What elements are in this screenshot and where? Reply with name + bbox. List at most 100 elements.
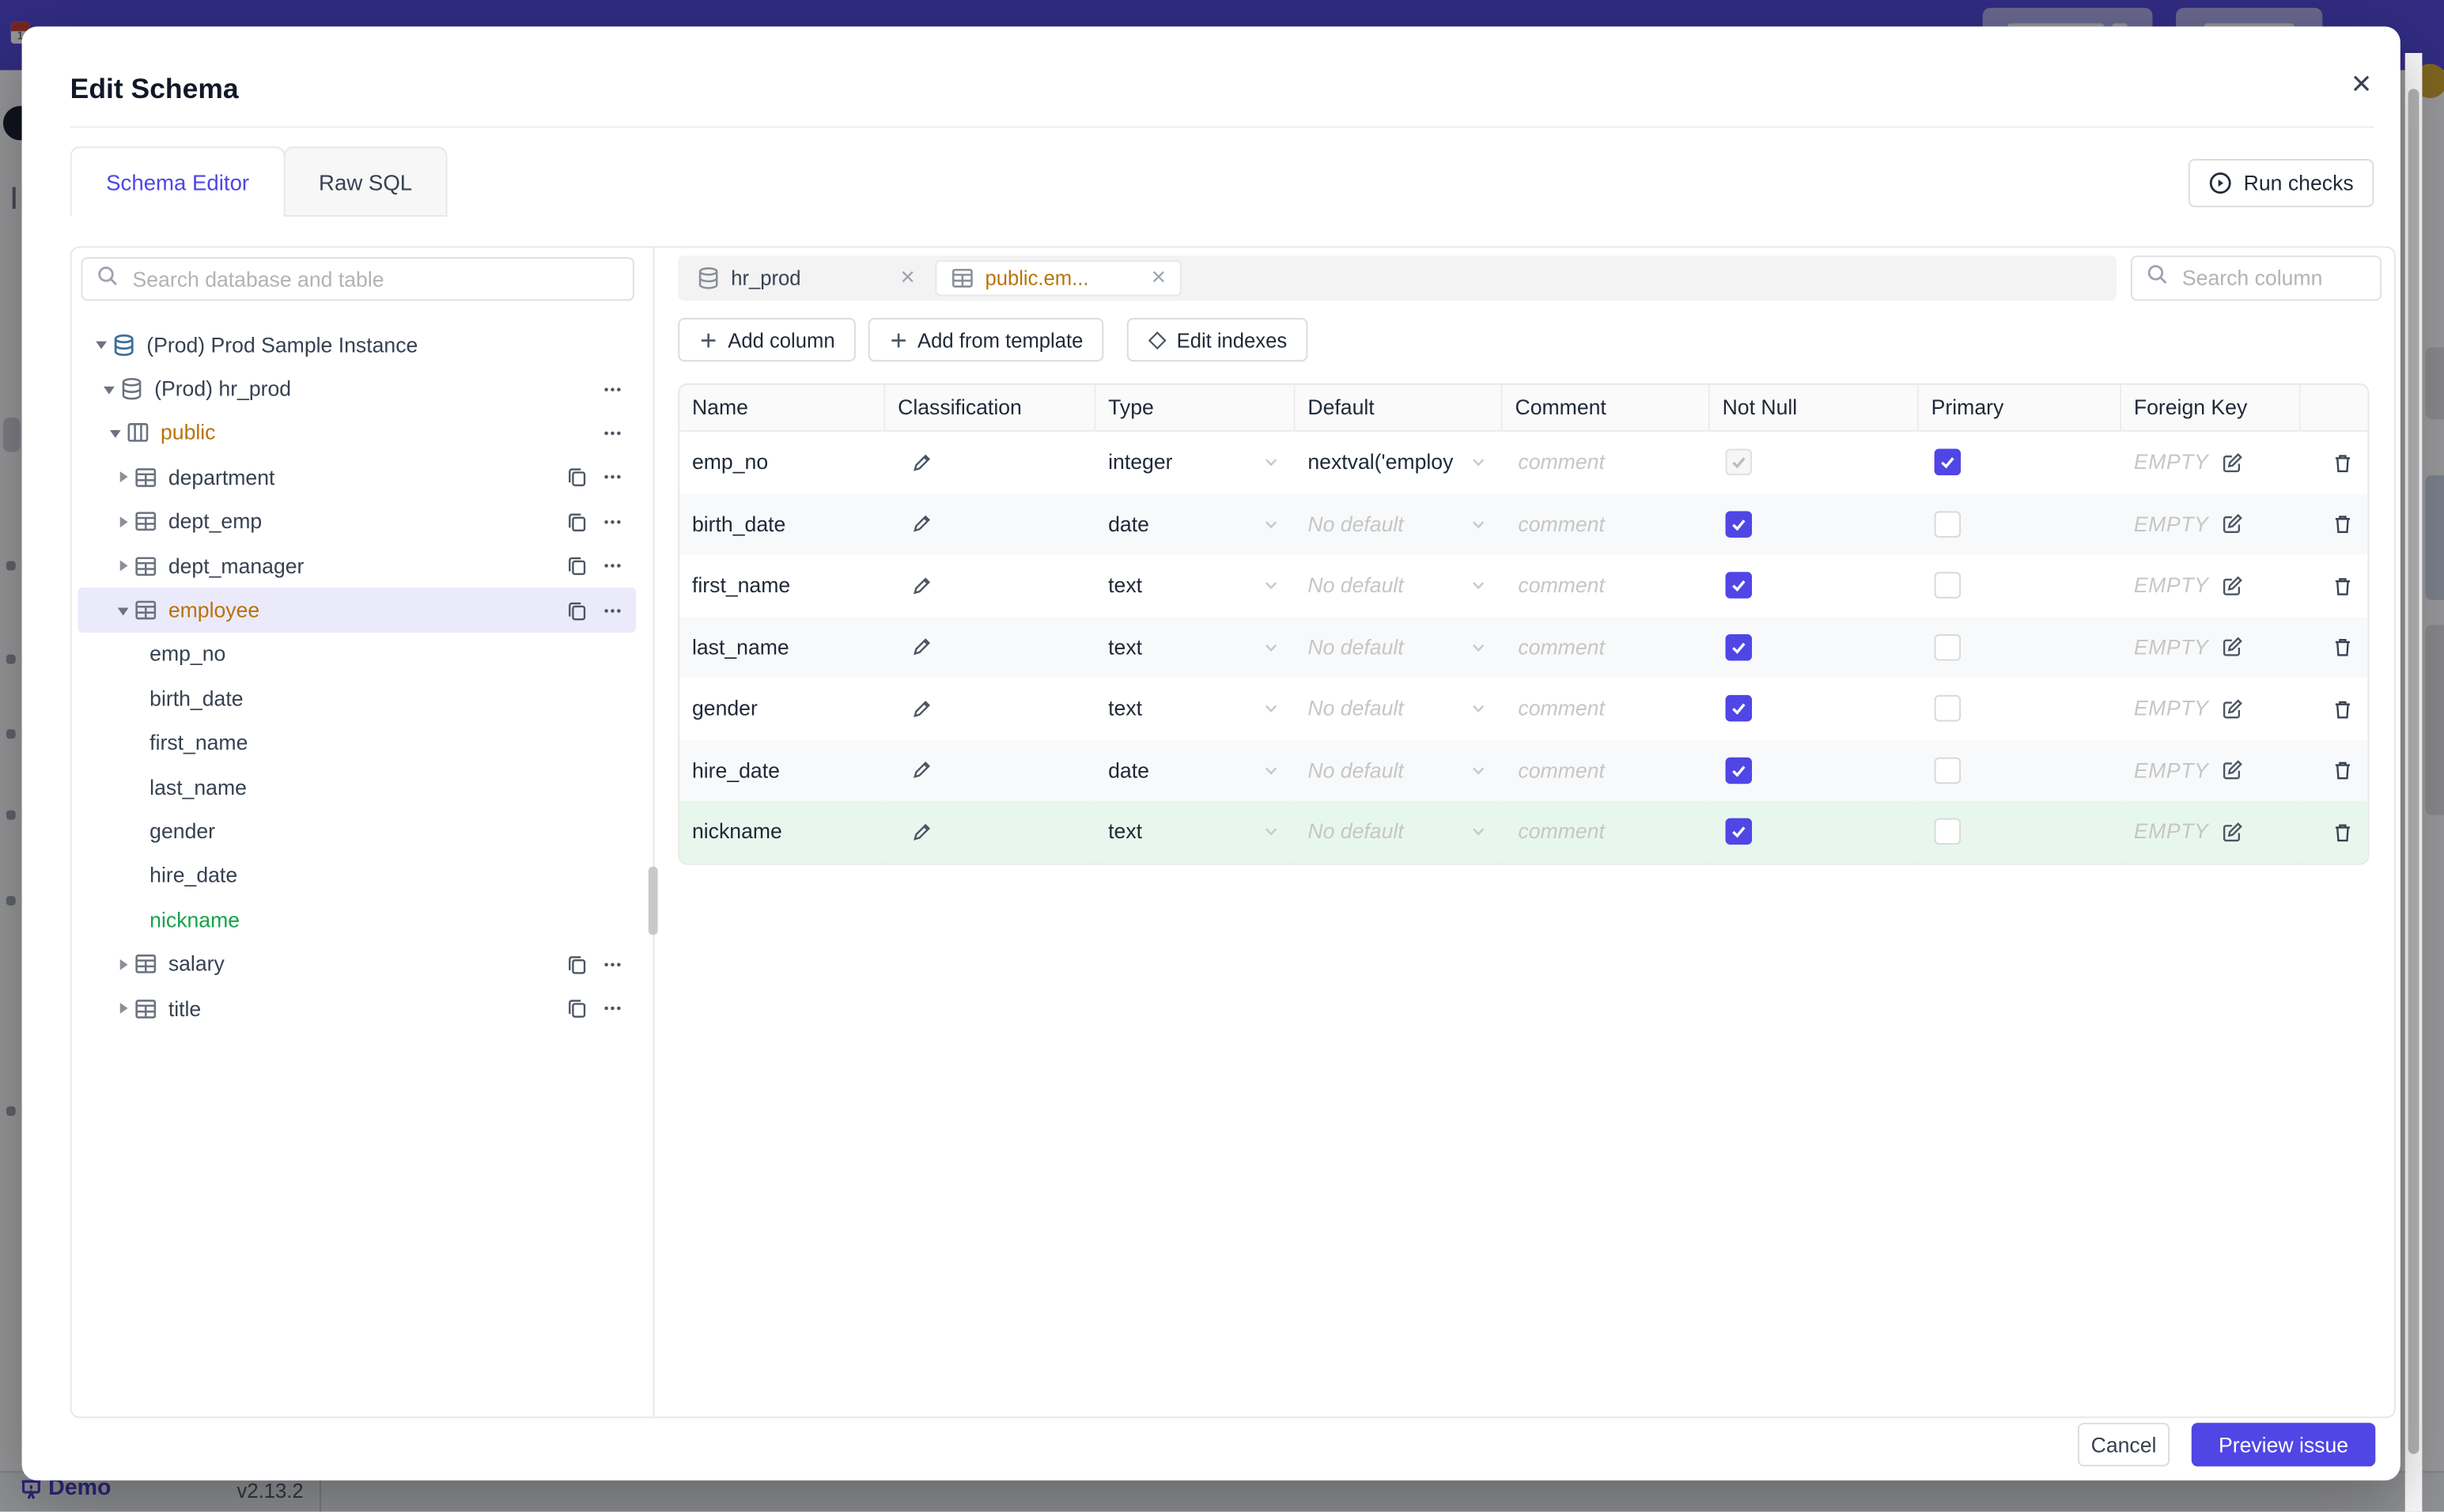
tree-item-salary[interactable]: salary <box>78 942 636 986</box>
close-icon[interactable]: × <box>900 265 914 291</box>
type-select[interactable]: date <box>1108 512 1295 535</box>
tree-item--prod-hr_prod[interactable]: (Prod) hr_prod <box>78 367 636 411</box>
caret-right-icon[interactable] <box>111 558 134 574</box>
checkbox-unchecked[interactable] <box>1934 757 1962 784</box>
checkbox-checked[interactable] <box>1725 572 1753 599</box>
tree-item-nickname[interactable]: nickname <box>78 898 636 942</box>
edit-square-icon[interactable] <box>2221 575 2243 597</box>
classification-edit-icon[interactable] <box>910 575 933 597</box>
tree-item-last_name[interactable]: last_name <box>78 765 636 809</box>
close-icon[interactable]: × <box>2341 64 2382 104</box>
classification-edit-icon[interactable] <box>910 513 933 535</box>
more-icon[interactable] <box>602 997 624 1019</box>
edit-square-icon[interactable] <box>2221 697 2243 720</box>
tree-item-birth_date[interactable]: birth_date <box>78 677 636 721</box>
default-select[interactable]: No default <box>1307 697 1502 720</box>
comment-input[interactable] <box>1515 510 1697 538</box>
tab-schema-editor[interactable]: Schema Editor <box>70 146 286 217</box>
type-select[interactable]: text <box>1108 820 1295 844</box>
checkbox-checked[interactable] <box>1725 757 1753 784</box>
column-name[interactable]: nickname <box>692 820 782 844</box>
caret-down-icon[interactable] <box>103 425 127 441</box>
add-column-button[interactable]: Add column <box>678 318 856 362</box>
default-select[interactable]: No default <box>1307 636 1502 659</box>
edit-square-icon[interactable] <box>2221 637 2243 659</box>
default-select[interactable]: No default <box>1307 820 1502 844</box>
checkbox-checked[interactable] <box>1725 818 1753 845</box>
tree-item-emp_no[interactable]: emp_no <box>78 633 636 677</box>
type-select[interactable]: text <box>1108 697 1295 720</box>
default-select[interactable]: nextval('employ <box>1307 451 1502 474</box>
checkbox-unchecked[interactable] <box>1934 572 1962 599</box>
checkbox-checked_disabled[interactable] <box>1725 449 1753 476</box>
column-name[interactable]: first_name <box>692 574 790 598</box>
classification-edit-icon[interactable] <box>910 452 933 474</box>
comment-input[interactable] <box>1515 818 1697 845</box>
classification-edit-icon[interactable] <box>910 821 933 843</box>
more-icon[interactable] <box>602 467 624 489</box>
trash-icon[interactable] <box>2332 697 2354 720</box>
checkbox-unchecked[interactable] <box>1934 510 1962 538</box>
copy-icon[interactable] <box>566 997 588 1019</box>
editor-tab-hr_prod[interactable]: hr_prod × <box>683 260 929 296</box>
caret-down-icon[interactable] <box>89 337 112 353</box>
trash-icon[interactable] <box>2332 821 2354 843</box>
tree-item--prod-prod-sample-instance[interactable]: (Prod) Prod Sample Instance <box>78 323 636 367</box>
tree-item-dept_manager[interactable]: dept_manager <box>78 544 636 588</box>
column-name[interactable]: emp_no <box>692 451 768 474</box>
edit-square-icon[interactable] <box>2221 759 2243 781</box>
copy-icon[interactable] <box>566 953 588 975</box>
classification-edit-icon[interactable] <box>910 759 933 781</box>
more-icon[interactable] <box>602 378 624 400</box>
caret-right-icon[interactable] <box>111 956 134 972</box>
checkbox-checked[interactable] <box>1934 449 1962 476</box>
caret-right-icon[interactable] <box>111 514 134 530</box>
more-icon[interactable] <box>602 953 624 975</box>
column-name[interactable]: hire_date <box>692 758 780 782</box>
more-icon[interactable] <box>602 599 624 622</box>
tree-item-employee[interactable]: employee <box>78 588 637 633</box>
checkbox-unchecked[interactable] <box>1934 633 1962 661</box>
caret-right-icon[interactable] <box>111 1000 134 1016</box>
edit-square-icon[interactable] <box>2221 452 2243 474</box>
add-from-template-button[interactable]: Add from template <box>867 318 1103 362</box>
comment-input[interactable] <box>1515 757 1697 784</box>
checkbox-unchecked[interactable] <box>1934 695 1962 722</box>
copy-icon[interactable] <box>566 555 588 577</box>
default-select[interactable]: No default <box>1307 512 1502 535</box>
tree-item-hire_date[interactable]: hire_date <box>78 853 636 898</box>
run-checks-button[interactable]: Run checks <box>2189 159 2374 208</box>
caret-right-icon[interactable] <box>111 470 134 486</box>
search-column-input[interactable] <box>2178 265 2381 292</box>
more-icon[interactable] <box>602 511 624 533</box>
edit-square-icon[interactable] <box>2221 821 2243 843</box>
trash-icon[interactable] <box>2332 513 2354 535</box>
close-icon[interactable]: × <box>1152 265 1166 291</box>
preview-issue-button[interactable]: Preview issue <box>2191 1423 2376 1467</box>
checkbox-unchecked[interactable] <box>1934 818 1962 845</box>
checkbox-checked[interactable] <box>1725 695 1753 722</box>
more-icon[interactable] <box>602 555 624 577</box>
tree-item-public[interactable]: public <box>78 411 636 455</box>
copy-icon[interactable] <box>566 511 588 533</box>
classification-edit-icon[interactable] <box>910 697 933 720</box>
page-scrollbar-thumb[interactable] <box>2408 89 2419 1454</box>
trash-icon[interactable] <box>2332 575 2354 597</box>
copy-icon[interactable] <box>566 467 588 489</box>
caret-down-icon[interactable] <box>96 381 120 397</box>
tree-item-gender[interactable]: gender <box>78 809 636 853</box>
tree-item-title[interactable]: title <box>78 986 636 1030</box>
trash-icon[interactable] <box>2332 637 2354 659</box>
comment-input[interactable] <box>1515 449 1697 476</box>
tree-item-first_name[interactable]: first_name <box>78 720 636 765</box>
type-select[interactable]: integer <box>1108 451 1295 474</box>
caret-down-icon[interactable] <box>111 603 134 618</box>
tree-item-dept_emp[interactable]: dept_emp <box>78 500 636 544</box>
copy-icon[interactable] <box>566 599 588 622</box>
checkbox-checked[interactable] <box>1725 510 1753 538</box>
type-select[interactable]: text <box>1108 636 1295 659</box>
classification-edit-icon[interactable] <box>910 637 933 659</box>
tree-item-department[interactable]: department <box>78 455 636 500</box>
trash-icon[interactable] <box>2332 759 2354 781</box>
comment-input[interactable] <box>1515 572 1697 599</box>
